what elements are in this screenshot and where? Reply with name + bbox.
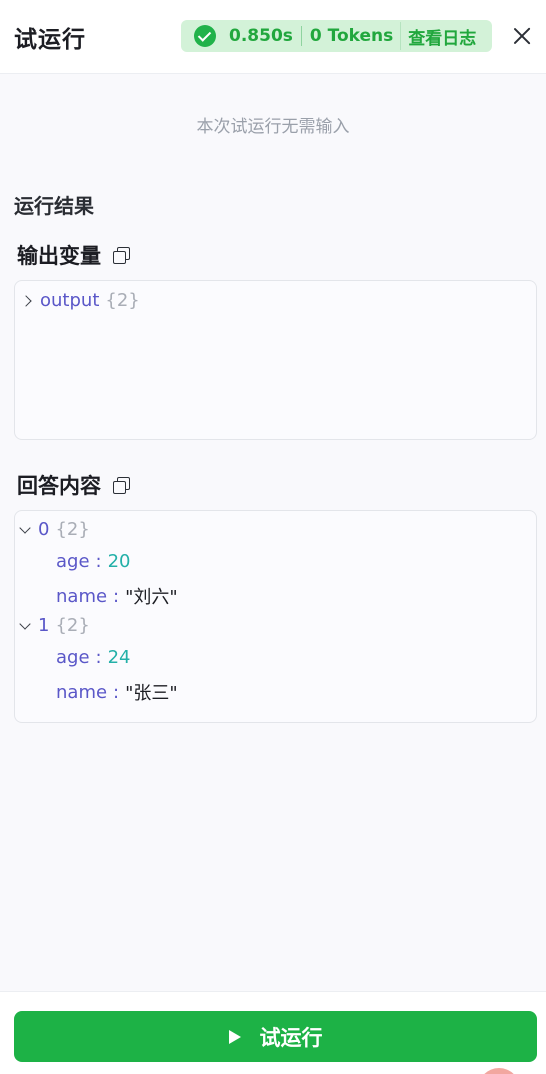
node-key: 0 [38,519,50,540]
header: 试运行 0.850s 0 Tokens 查看日志 [0,0,546,74]
node-count: {2} [55,519,90,540]
field-value: "刘六" [125,587,178,608]
field-colon: : [113,681,120,703]
tree-node-1[interactable]: 1 {2} [18,615,90,636]
field-value: 20 [107,551,131,572]
field-value: 24 [107,647,131,668]
chevron-down-icon[interactable] [18,619,32,633]
answer-content-title: 回答内容 [17,474,101,498]
play-icon [228,1029,241,1044]
view-log-link[interactable]: 查看日志 [408,24,476,49]
node-key: 1 [38,615,50,636]
divider [400,22,402,50]
field-key: name [56,681,108,703]
close-icon[interactable] [511,25,533,47]
result-title: 运行结果 [14,194,94,218]
no-input-hint: 本次试运行无需输入 [196,117,350,137]
answer-content-label: 回答内容 [17,470,130,500]
node-count: {2} [55,615,90,636]
run-button-label: 试运行 [259,1025,323,1050]
field-colon: : [95,647,102,668]
output-variables-label: 输出变量 [17,240,130,270]
status-badge: 0.850s 0 Tokens 查看日志 [181,20,492,52]
field-key: age [56,551,90,572]
tree-node-0[interactable]: 0 {2} [18,519,90,540]
output-variables-title: 输出变量 [17,244,101,268]
tree-node-output[interactable]: output {2} [20,290,140,311]
duration-text: 0.850s [229,26,293,46]
output-variables-panel: output {2} [14,280,537,440]
page-title: 试运行 [14,27,86,53]
answer-content-panel: 0 {2} age : 20 name : "刘六" 1 {2} age : 2… [14,510,537,723]
tree-field: name : "刘六" [56,583,178,609]
tree-field: age : 20 [56,551,131,572]
tokens-text: 0 Tokens [309,26,394,46]
tree-field: age : 24 [56,647,131,668]
copy-icon[interactable] [112,476,130,494]
field-key: age [56,647,90,668]
footer: 试运行 [0,991,546,1074]
node-count: {2} [105,290,140,311]
check-circle-icon [194,25,216,47]
node-key: output [40,290,100,311]
tree-field: name : "张三" [56,679,178,705]
field-colon: : [95,551,102,572]
divider [300,26,302,46]
field-colon: : [113,585,120,607]
field-value: "张三" [125,683,178,704]
run-button[interactable]: 试运行 [14,1011,537,1062]
chevron-right-icon[interactable] [20,294,34,308]
chevron-down-icon[interactable] [18,523,32,537]
field-key: name [56,585,108,607]
copy-icon[interactable] [112,246,130,264]
